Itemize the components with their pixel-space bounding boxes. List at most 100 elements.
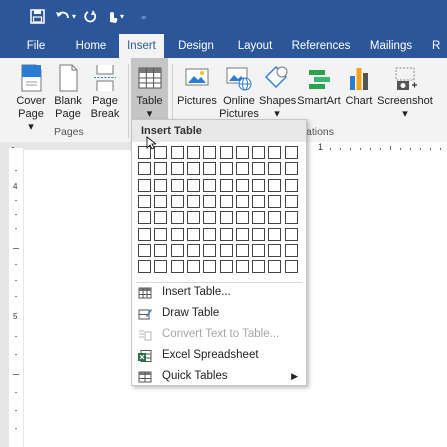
tab-file[interactable]: File xyxy=(16,34,56,58)
table-grid-cell[interactable] xyxy=(236,179,249,192)
table-grid-cell[interactable] xyxy=(285,211,298,224)
menu-item-insert-table[interactable]: Insert Table... xyxy=(132,282,306,302)
table-grid-cell[interactable] xyxy=(252,211,265,224)
table-grid-cell[interactable] xyxy=(268,244,281,257)
table-grid-cell[interactable] xyxy=(171,211,184,224)
table-grid-cell[interactable] xyxy=(171,260,184,273)
table-grid-cell[interactable] xyxy=(285,244,298,257)
table-grid-cell[interactable] xyxy=(138,244,151,257)
table-grid-cell[interactable] xyxy=(154,195,167,208)
table-grid-cell[interactable] xyxy=(236,228,249,241)
table-grid-cell[interactable] xyxy=(187,228,200,241)
page-break-button[interactable]: Page Break xyxy=(88,58,122,124)
table-grid-cell[interactable] xyxy=(252,146,265,159)
table-grid-cell[interactable] xyxy=(154,179,167,192)
table-grid-cell[interactable] xyxy=(268,179,281,192)
touch-mode-icon[interactable] xyxy=(105,9,119,28)
table-grid-cell[interactable] xyxy=(154,228,167,241)
blank-page-button[interactable]: Blank Page xyxy=(52,58,84,124)
table-grid-cell[interactable] xyxy=(252,260,265,273)
pictures-button[interactable]: Pictures xyxy=(177,58,217,124)
table-grid-cell[interactable] xyxy=(203,228,216,241)
tab-layout[interactable]: Layout xyxy=(230,34,280,58)
screenshot-button[interactable]: Screenshot ▾ xyxy=(376,58,434,124)
table-grid-cell[interactable] xyxy=(236,162,249,175)
tab-references[interactable]: References xyxy=(289,34,353,58)
table-grid-cell[interactable] xyxy=(154,162,167,175)
table-grid-cell[interactable] xyxy=(220,179,233,192)
table-grid-cell[interactable] xyxy=(187,260,200,273)
table-grid-cell[interactable] xyxy=(187,244,200,257)
table-grid-cell[interactable] xyxy=(187,146,200,159)
touch-dropdown-icon[interactable]: ▾ xyxy=(120,9,124,25)
table-button[interactable]: Table ▾ xyxy=(131,58,168,122)
table-grid-cell[interactable] xyxy=(220,211,233,224)
table-grid-cell[interactable] xyxy=(236,260,249,273)
table-grid-cell[interactable] xyxy=(171,244,184,257)
table-grid-cell[interactable] xyxy=(138,228,151,241)
table-grid-cell[interactable] xyxy=(236,211,249,224)
tab-mailings[interactable]: Mailings xyxy=(362,34,420,58)
table-grid-cell[interactable] xyxy=(220,146,233,159)
table-grid-cell[interactable] xyxy=(220,162,233,175)
table-grid-cell[interactable] xyxy=(203,244,216,257)
table-grid-cell[interactable] xyxy=(171,179,184,192)
tab-insert[interactable]: Insert xyxy=(119,34,164,60)
table-grid-cell[interactable] xyxy=(171,228,184,241)
table-grid-cell[interactable] xyxy=(220,260,233,273)
table-grid-cell[interactable] xyxy=(285,260,298,273)
table-grid-cell[interactable] xyxy=(252,195,265,208)
table-grid-cell[interactable] xyxy=(187,162,200,175)
table-grid-cell[interactable] xyxy=(236,244,249,257)
cover-page-button[interactable]: Cover Page ▾ xyxy=(14,58,48,133)
table-grid-cell[interactable] xyxy=(171,162,184,175)
vertical-ruler[interactable]: 4 5 xyxy=(9,148,23,447)
table-grid-cell[interactable] xyxy=(252,162,265,175)
table-grid-cell[interactable] xyxy=(252,228,265,241)
table-grid-cell[interactable] xyxy=(236,195,249,208)
table-grid-cell[interactable] xyxy=(252,179,265,192)
customize-qat-icon[interactable]: ₌ xyxy=(141,9,146,25)
chart-button[interactable]: Chart xyxy=(343,58,375,124)
table-grid-cell[interactable] xyxy=(187,179,200,192)
table-grid-cell[interactable] xyxy=(268,228,281,241)
table-grid-cell[interactable] xyxy=(203,162,216,175)
shapes-button[interactable]: Shapes ▾ xyxy=(259,58,296,124)
table-grid-cell[interactable] xyxy=(285,162,298,175)
tab-review[interactable]: R xyxy=(432,34,447,58)
save-icon[interactable] xyxy=(30,9,45,28)
menu-item-quick-tables[interactable]: Quick Tables ▶ xyxy=(132,366,306,386)
online-pictures-button[interactable]: Online Pictures xyxy=(219,58,259,124)
table-grid-cell[interactable] xyxy=(203,211,216,224)
table-grid-cell[interactable] xyxy=(220,195,233,208)
table-grid-cell[interactable] xyxy=(268,146,281,159)
table-grid-cell[interactable] xyxy=(171,195,184,208)
table-grid-cell[interactable] xyxy=(285,195,298,208)
table-grid-cell[interactable] xyxy=(203,260,216,273)
table-grid-cell[interactable] xyxy=(203,146,216,159)
menu-item-excel-spreadsheet[interactable]: Excel Spreadsheet xyxy=(132,345,306,365)
tab-home[interactable]: Home xyxy=(68,34,114,58)
menu-item-draw-table[interactable]: Draw Table xyxy=(132,303,306,323)
table-grid-cell[interactable] xyxy=(236,146,249,159)
table-grid-cell[interactable] xyxy=(203,179,216,192)
tab-design[interactable]: Design xyxy=(172,34,220,58)
table-grid-cell[interactable] xyxy=(154,260,167,273)
table-grid-cell[interactable] xyxy=(138,179,151,192)
undo-icon[interactable] xyxy=(55,9,71,28)
redo-icon[interactable] xyxy=(84,9,98,28)
table-grid-cell[interactable] xyxy=(138,260,151,273)
table-grid-cell[interactable] xyxy=(138,211,151,224)
table-grid-cell[interactable] xyxy=(220,244,233,257)
table-grid-cell[interactable] xyxy=(285,146,298,159)
table-grid-cell[interactable] xyxy=(268,260,281,273)
table-grid-cell[interactable] xyxy=(187,195,200,208)
smartart-button[interactable]: SmartArt xyxy=(296,58,342,124)
table-grid-cell[interactable] xyxy=(268,195,281,208)
table-grid-cell[interactable] xyxy=(138,162,151,175)
table-grid-cell[interactable] xyxy=(285,179,298,192)
table-grid-cell[interactable] xyxy=(138,195,151,208)
table-grid-cell[interactable] xyxy=(285,228,298,241)
table-grid-cell[interactable] xyxy=(154,211,167,224)
table-grid-cell[interactable] xyxy=(154,244,167,257)
